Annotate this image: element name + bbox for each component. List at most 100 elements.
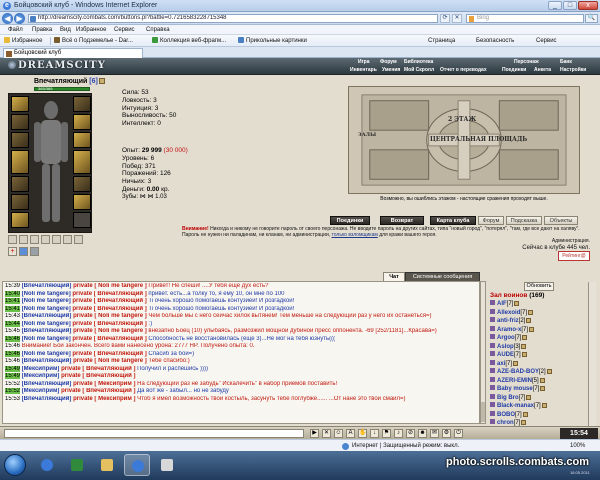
info-icon[interactable] <box>528 309 534 315</box>
taskbar-explorer[interactable] <box>94 454 120 476</box>
filter-icon[interactable]: ⚑ <box>382 429 391 438</box>
message-sender[interactable]: [Noli me tangere] <box>22 351 71 357</box>
club-map-button[interactable]: Карта клуба <box>430 216 476 225</box>
link-profile[interactable]: Анкета <box>534 67 551 74</box>
message-sender[interactable]: [Мексиприм] <box>22 388 60 394</box>
scroll-slot[interactable] <box>52 235 61 244</box>
hint-button[interactable]: Подсказка <box>506 216 542 225</box>
info-icon[interactable] <box>541 403 547 408</box>
link-forum[interactable]: Форум <box>380 59 397 66</box>
info-icon[interactable] <box>521 420 527 425</box>
message-private-to[interactable]: private [ Впечатляющий ] <box>61 366 135 372</box>
scroll-thumb[interactable] <box>481 402 485 422</box>
roster-player[interactable]: AIF[7] <box>490 300 596 309</box>
sound-icon[interactable]: ♪ <box>394 429 403 438</box>
weapon-slot[interactable] <box>11 150 29 174</box>
ring-slot[interactable] <box>73 132 91 148</box>
refresh-icon[interactable]: ⟳ <box>440 14 450 23</box>
message-sender[interactable]: [Noli me tangere] <box>22 298 71 304</box>
url-input[interactable]: http://dreamscity.combats.com/buttons.pl… <box>28 14 438 23</box>
roster-player[interactable]: Aslop[3] <box>490 342 596 352</box>
menu-file[interactable]: Файл <box>8 26 23 34</box>
player-name[interactable]: Black-manax <box>497 403 534 409</box>
armor-slot[interactable] <box>11 176 29 192</box>
roster-player[interactable]: anti-friz[2] <box>490 317 596 326</box>
scroll-slot[interactable] <box>19 235 28 244</box>
message-private-to[interactable]: private [ Мексиприм ] <box>73 396 135 402</box>
armor-icon[interactable] <box>30 247 39 256</box>
message-private-to[interactable]: private [ Noli me tangere ] <box>73 283 147 289</box>
scroll-lock-icon[interactable]: ↓ <box>370 429 379 438</box>
back-button[interactable]: ◀ <box>2 13 13 24</box>
message-private-to[interactable]: private [ Впечатляющий ] <box>72 321 146 327</box>
return-button[interactable]: Возврат <box>380 216 424 225</box>
favorite-link-pictures[interactable]: Прикольные картинки <box>238 36 307 46</box>
message-sender[interactable]: [Впечатляющий] <box>22 381 72 387</box>
message-sender[interactable]: [Noli me tangere] <box>22 336 71 342</box>
player-name[interactable]: Allexoid <box>497 310 520 316</box>
crackers-link[interactable]: только взломщикам <box>332 232 378 238</box>
shield-slot[interactable] <box>73 150 91 174</box>
link-inventory[interactable]: Инвентарь <box>350 67 377 74</box>
message-private-to[interactable]: private [ Noli me tangere ] <box>73 328 147 334</box>
info-icon[interactable] <box>529 326 535 332</box>
roster-player[interactable]: AUDE[7] <box>490 351 596 360</box>
menu-edit[interactable]: Правка <box>32 26 52 34</box>
message-sender[interactable]: [Впечатляющий] <box>22 396 72 402</box>
player-name[interactable]: Aslop <box>497 344 514 350</box>
info-icon[interactable] <box>546 369 552 374</box>
bracers-slot[interactable] <box>73 96 91 112</box>
menu-favorites[interactable]: Избранное <box>76 26 106 34</box>
minimize-button[interactable]: _ <box>548 1 562 10</box>
helmet-slot[interactable] <box>11 96 29 112</box>
forward-button[interactable]: ▶ <box>14 13 25 24</box>
maximize-button[interactable]: □ <box>563 1 577 10</box>
roster-player[interactable]: Argoo[7] <box>490 334 596 343</box>
roster-player[interactable]: Allexoid[7] <box>490 308 596 318</box>
scroll-slot[interactable] <box>8 235 17 244</box>
chat-input[interactable] <box>4 429 304 438</box>
message-sender[interactable]: [Впечатляющий] <box>22 358 72 364</box>
player-name[interactable]: BOBO <box>497 412 515 418</box>
menu-help[interactable]: Справка <box>146 26 170 34</box>
mail-icon[interactable]: ✉ <box>430 429 439 438</box>
tab-current[interactable]: Бойцовский клуб <box>3 48 143 58</box>
tab-system-messages[interactable]: Системные сообщения <box>405 272 480 281</box>
message-sender[interactable]: [Noli me tangere] <box>22 306 71 312</box>
tab-chat[interactable]: Чат <box>383 272 405 281</box>
character-name[interactable]: Впечатляющий [6] <box>34 77 105 86</box>
stop-icon[interactable]: ✕ <box>452 14 462 23</box>
ring-slot[interactable] <box>73 114 91 130</box>
player-name[interactable]: Baby mouse <box>497 386 533 392</box>
belt-slot[interactable] <box>11 194 29 210</box>
search-icon[interactable]: 🔍 <box>585 14 598 23</box>
message-sender[interactable]: [Впечатляющий] <box>22 283 72 289</box>
page-menu[interactable]: Страница <box>428 36 455 46</box>
message-private-to[interactable]: private [ Впечатляющий ] <box>72 351 146 357</box>
taskbar-ie-active[interactable] <box>124 454 150 476</box>
refresh-button[interactable]: Обновить <box>524 282 554 291</box>
message-private-to[interactable]: private [ Впечатляющий ] <box>61 373 135 379</box>
player-name[interactable]: anti-friz <box>497 318 519 324</box>
roster-player[interactable]: Big Bro[7] <box>490 393 596 403</box>
message-private-to[interactable]: private [ Впечатляющий ] <box>72 336 146 342</box>
info-icon[interactable] <box>540 386 546 391</box>
info-icon[interactable] <box>522 335 528 340</box>
battles-button[interactable]: Поединки <box>330 216 370 225</box>
ignore-icon[interactable]: ⊘ <box>406 429 415 438</box>
info-icon[interactable] <box>514 301 520 306</box>
security-menu[interactable]: Безопасность <box>476 36 514 46</box>
message-private-to[interactable]: private [ Впечатляющий ] <box>61 388 135 394</box>
search-input[interactable]: Bing <box>466 14 584 23</box>
player-name[interactable]: AUDE <box>497 352 514 358</box>
link-skills[interactable]: Умения <box>382 67 400 74</box>
halls-label[interactable]: ЗАЛЫ <box>358 132 376 138</box>
info-icon[interactable] <box>522 411 528 417</box>
favorite-link-webslices[interactable]: Коллекция веб-фрагм... <box>152 36 226 46</box>
taskbar-app[interactable] <box>154 454 180 476</box>
friends-icon[interactable]: ☻ <box>418 429 427 438</box>
roster-player[interactable]: axi[7] <box>490 359 596 369</box>
earrings-slot[interactable] <box>11 114 29 130</box>
scroll-slot[interactable] <box>30 235 39 244</box>
boots-slot[interactable] <box>73 194 91 210</box>
